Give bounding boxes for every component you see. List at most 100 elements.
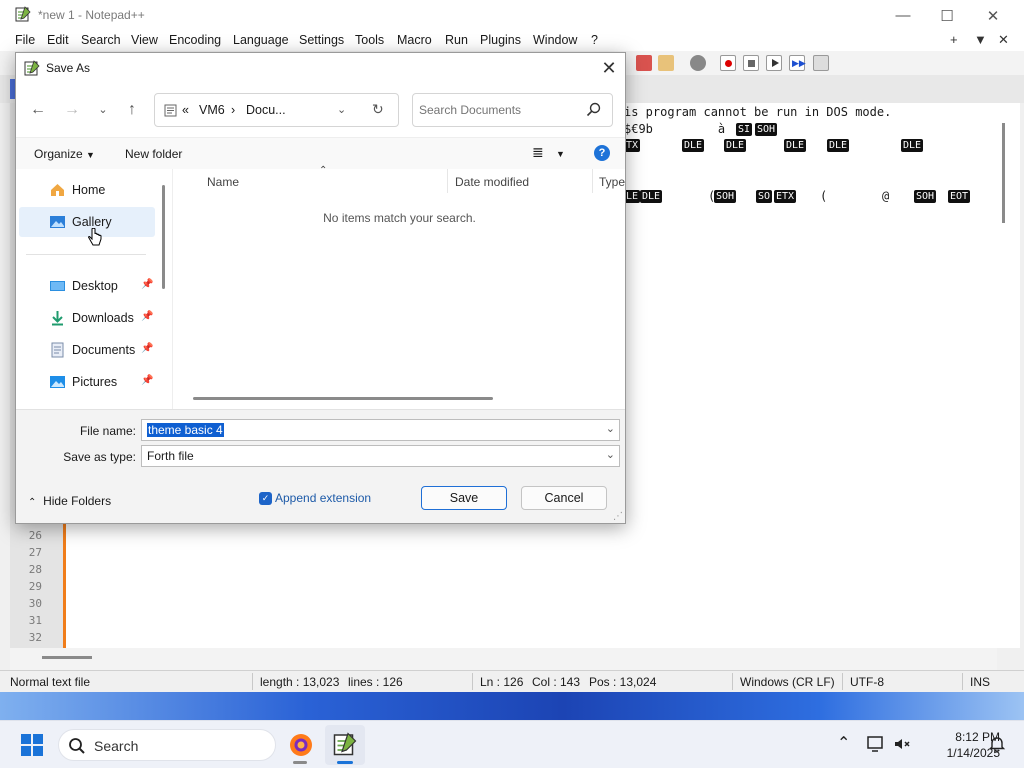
minimize-button[interactable]: — [880, 0, 926, 31]
menu-view[interactable]: View [131, 33, 158, 47]
resize-grip-icon[interactable]: ⋰ [613, 511, 623, 522]
close-button[interactable]: ✕ [970, 0, 1016, 31]
append-extension-checkbox[interactable]: ✓ [259, 492, 272, 505]
line-number: 32 [28, 631, 42, 644]
pin-icon: 📌 [141, 311, 154, 322]
show-hidden-icons-chevron-icon[interactable]: ⌃ [837, 733, 850, 753]
network-icon[interactable] [866, 735, 886, 753]
taskbar-search[interactable]: Search [58, 729, 276, 761]
menu-search[interactable]: Search [81, 33, 121, 47]
taskbar-notepadpp-button[interactable] [325, 725, 365, 765]
close-doc-icon[interactable]: ✕ [998, 32, 1009, 48]
file-list-scrollbar[interactable] [193, 397, 493, 400]
record-macro-icon[interactable] [720, 55, 736, 71]
column-header-type[interactable]: Type [599, 175, 625, 189]
menu-plugins[interactable]: Plugins [480, 33, 521, 47]
save-as-type-dropdown-icon[interactable]: ⌄ [606, 448, 615, 461]
file-name-dropdown-icon[interactable]: ⌄ [606, 422, 615, 435]
column-header-name[interactable]: Name [207, 175, 239, 189]
menu-macro[interactable]: Macro [397, 33, 432, 47]
menu-run[interactable]: Run [445, 33, 468, 47]
nav-item-label: Downloads [72, 311, 134, 325]
nav-item-gallery[interactable]: Gallery [19, 207, 155, 237]
monitor-icon[interactable] [690, 55, 706, 71]
status-separator [472, 673, 473, 690]
save-macro-icon[interactable] [813, 55, 829, 71]
recent-locations-chevron-icon[interactable]: ⌄ [91, 99, 115, 121]
status-encoding: UTF-8 [850, 675, 884, 689]
vertical-scrollbar[interactable] [997, 103, 1020, 648]
documents-icon [51, 342, 64, 358]
view-options-icon[interactable]: ≣ [532, 144, 544, 161]
new-folder-button[interactable]: New folder [125, 147, 182, 161]
address-bar[interactable]: « VM6 › Docu... ⌄ ↻ [154, 93, 399, 127]
nav-item-pictures[interactable]: Pictures 📌 [19, 367, 155, 397]
nav-item-home[interactable]: Home [19, 175, 155, 205]
horizontal-scrollbar[interactable] [10, 648, 997, 670]
search-input[interactable] [419, 101, 579, 119]
status-length: length : 13,023 [260, 675, 340, 689]
column-separator[interactable] [447, 169, 448, 193]
title-bar[interactable]: *new 1 - Notepad++ — ☐ ✕ [0, 0, 1024, 31]
notification-bell-icon[interactable] [988, 735, 1006, 753]
menu-help[interactable]: ? [591, 33, 598, 47]
play-macro-icon[interactable] [766, 55, 782, 71]
find-in-files-icon[interactable] [636, 55, 652, 71]
status-pos: Pos : 13,024 [589, 675, 657, 689]
dialog-close-button[interactable]: ✕ [594, 56, 624, 80]
new-tab-icon[interactable]: + [950, 32, 958, 47]
save-as-type-select[interactable]: Forth file ⌄ [141, 445, 620, 467]
dialog-title-bar[interactable]: Save As ✕ [16, 53, 625, 83]
menu-window[interactable]: Window [533, 33, 577, 47]
firefox-icon[interactable] [288, 732, 314, 758]
organize-button[interactable]: Organize ▼ [34, 147, 95, 161]
file-list-pane[interactable]: Name ⌃ Date modified Type No items match… [172, 165, 625, 409]
refresh-icon[interactable]: ↻ [372, 101, 384, 118]
file-name-field[interactable]: theme basic 4 ⌄ [141, 419, 620, 441]
menu-settings[interactable]: Settings [299, 33, 344, 47]
forward-arrow-icon[interactable]: → [60, 99, 84, 121]
code-char: @ [882, 189, 890, 203]
scrollbar-thumb[interactable] [42, 656, 92, 659]
nav-item-documents[interactable]: Documents 📌 [19, 335, 155, 365]
scrollbar-thumb[interactable] [1002, 123, 1005, 223]
menu-language[interactable]: Language [233, 33, 289, 47]
volume-muted-icon[interactable] [893, 735, 911, 753]
nav-item-desktop[interactable]: Desktop 📌 [19, 271, 155, 301]
tab-list-icon[interactable]: ▼ [974, 32, 987, 47]
taskbar-clock[interactable]: 8:12 PM 1/14/2025 [910, 729, 1000, 761]
column-separator[interactable] [592, 169, 593, 193]
view-dropdown-icon[interactable]: ▼ [556, 149, 565, 159]
dialog-title: Save As [46, 61, 91, 75]
hide-folders-button[interactable]: ⌃ Hide Folders [28, 494, 111, 508]
up-arrow-icon[interactable]: ↑ [120, 99, 144, 121]
stop-macro-icon[interactable] [743, 55, 759, 71]
nav-item-downloads[interactable]: Downloads 📌 [19, 303, 155, 333]
save-button[interactable]: Save [421, 486, 507, 510]
address-dropdown-chevron-icon[interactable]: ⌄ [337, 103, 346, 116]
start-button-icon[interactable] [21, 734, 43, 756]
taskbar-search-label: Search [94, 738, 139, 754]
menu-edit[interactable]: Edit [47, 33, 69, 47]
menu-tools[interactable]: Tools [355, 33, 384, 47]
hand-cursor-icon [88, 228, 102, 246]
active-app-indicator [337, 761, 353, 764]
run-macro-multiple-icon[interactable]: ▶▶ [789, 55, 806, 71]
back-arrow-icon[interactable]: ← [26, 99, 50, 121]
menu-encoding[interactable]: Encoding [169, 33, 221, 47]
breadcrumb-documents[interactable]: Docu... [246, 103, 286, 117]
folder-icon[interactable] [658, 55, 674, 71]
pictures-icon [50, 376, 65, 388]
nav-pane-scrollbar[interactable] [162, 185, 165, 289]
control-char: TX [624, 139, 641, 152]
search-icon[interactable] [585, 101, 603, 119]
search-box[interactable] [412, 93, 613, 127]
help-icon[interactable]: ? [594, 145, 610, 161]
append-extension-label[interactable]: Append extension [275, 491, 371, 505]
status-insert-mode: INS [970, 675, 991, 689]
menu-file[interactable]: File [15, 33, 35, 47]
maximize-button[interactable]: ☐ [924, 0, 970, 31]
cancel-button[interactable]: Cancel [521, 486, 607, 510]
breadcrumb-vm6[interactable]: VM6 [199, 103, 225, 117]
column-header-date-modified[interactable]: Date modified [455, 175, 529, 189]
